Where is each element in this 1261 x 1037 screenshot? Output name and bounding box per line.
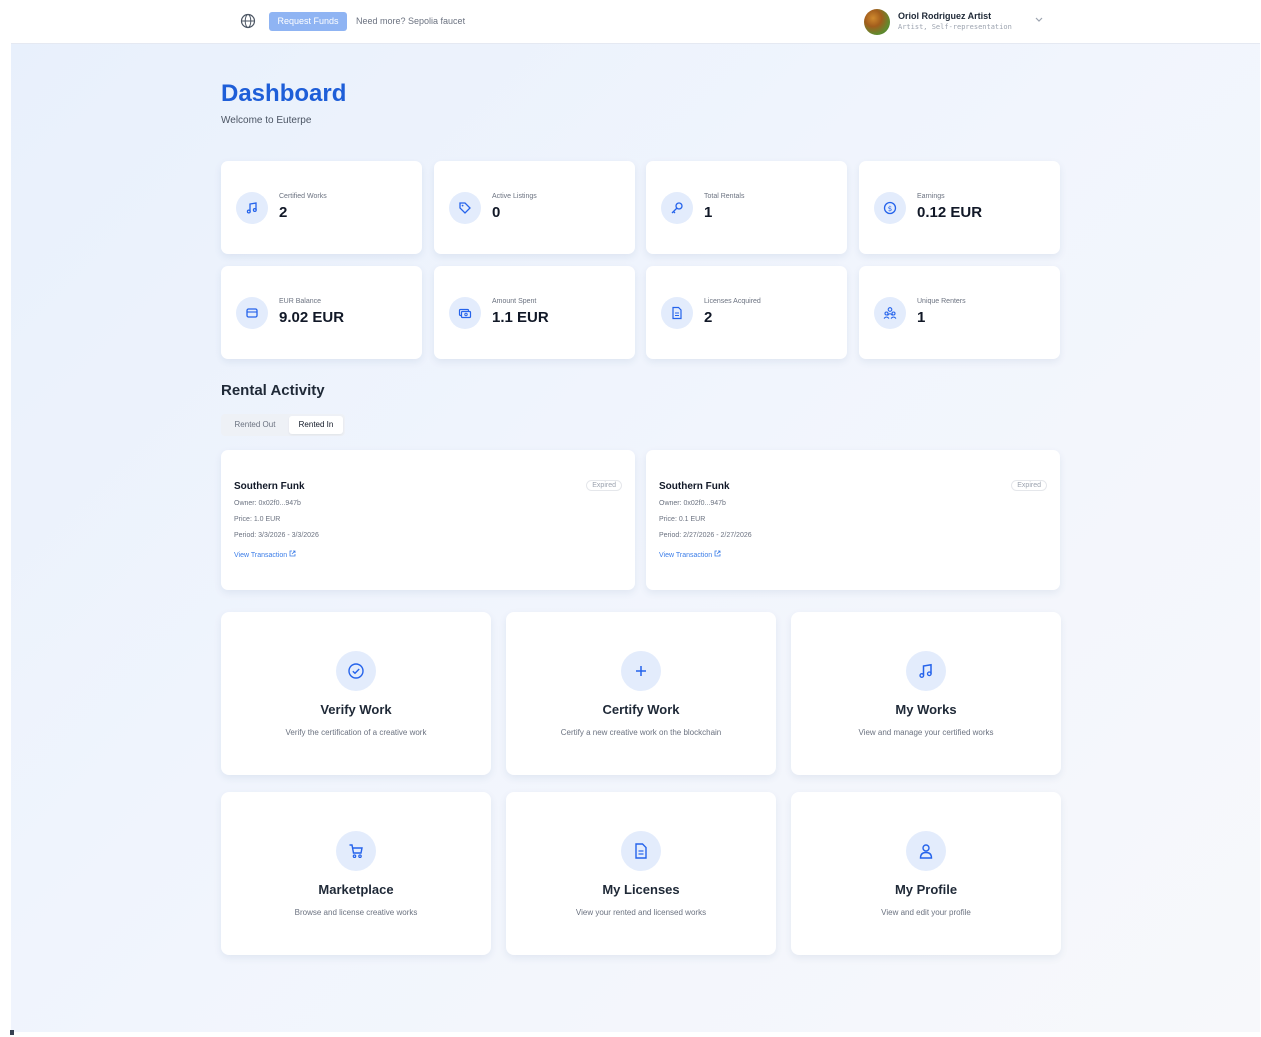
my-profile-card[interactable]: My Profile View and edit your profile <box>791 792 1061 955</box>
card-description: Browse and license creative works <box>294 908 418 917</box>
rental-card: Southern Funk Expired Owner: 0x02f0...94… <box>221 450 635 590</box>
stat-earnings: $ Earnings 0.12 EUR <box>859 161 1060 254</box>
rental-title: Southern Funk <box>234 481 305 492</box>
external-link-icon[interactable] <box>289 550 296 557</box>
stat-value: 9.02 EUR <box>279 309 345 326</box>
status-badge: Expired <box>1011 480 1047 491</box>
tab-rented-out[interactable]: Rented Out <box>225 416 285 434</box>
avatar[interactable] <box>864 9 890 35</box>
stat-active-listings: Active Listings 0 <box>434 161 635 254</box>
document-icon <box>661 297 693 329</box>
request-funds-button[interactable]: Request Funds <box>269 12 347 31</box>
stat-label: Licenses Acquired <box>704 298 761 305</box>
cursor-mark <box>10 1030 14 1035</box>
verify-work-card[interactable]: Verify Work Verify the certification of … <box>221 612 491 775</box>
page-title: Dashboard <box>221 80 347 107</box>
cash-icon <box>449 297 481 329</box>
stat-label: Amount Spent <box>492 298 537 305</box>
key-icon <box>661 192 693 224</box>
chevron-down-icon[interactable] <box>1034 14 1044 24</box>
check-circle-icon <box>336 651 376 691</box>
stat-value: 1.1 EUR <box>492 309 549 326</box>
user-role: Artist, Self-representation <box>898 23 1012 31</box>
view-transaction-label[interactable]: View Transaction <box>659 552 712 559</box>
rental-title: Southern Funk <box>659 481 730 492</box>
view-transaction-label[interactable]: View Transaction <box>234 552 287 559</box>
rental-card: Southern Funk Expired Owner: 0x02f0...94… <box>646 450 1060 590</box>
stat-label: Unique Renters <box>917 298 966 305</box>
stat-value: 2 <box>704 309 713 326</box>
my-licenses-card[interactable]: My Licenses View your rented and license… <box>506 792 776 955</box>
stat-value: 1 <box>704 204 713 221</box>
rental-tabs: Rented Out Rented In <box>221 414 345 436</box>
faucet-link[interactable]: Need more? Sepolia faucet <box>356 16 465 26</box>
stat-amount-spent: Amount Spent 1.1 EUR <box>434 266 635 359</box>
stat-unique-renters: Unique Renters 1 <box>859 266 1060 359</box>
my-works-card[interactable]: My Works View and manage your certified … <box>791 612 1061 775</box>
external-link-icon[interactable] <box>714 550 721 557</box>
rental-period: Period: 2/27/2026 - 2/27/2026 <box>659 532 752 539</box>
card-title: Marketplace <box>318 882 394 897</box>
rental-period: Period: 3/3/2026 - 3/3/2026 <box>234 532 319 539</box>
card-description: View and edit your profile <box>881 908 971 917</box>
music-note-icon <box>906 651 946 691</box>
stat-value: 0 <box>492 204 501 221</box>
card-description: Certify a new creative work on the block… <box>560 728 722 737</box>
rental-price: Price: 1.0 EUR <box>234 516 281 523</box>
card-description: Verify the certification of a creative w… <box>285 728 427 737</box>
rental-price: Price: 0.1 EUR <box>659 516 706 523</box>
marketplace-card[interactable]: Marketplace Browse and license creative … <box>221 792 491 955</box>
rental-owner: Owner: 0x02f0...947b <box>659 500 726 507</box>
stat-eur-balance: EUR Balance 9.02 EUR <box>221 266 422 359</box>
user-icon <box>906 831 946 871</box>
status-badge: Expired <box>586 480 622 491</box>
dollar-circle-icon: $ <box>874 192 906 224</box>
card-title: Certify Work <box>602 702 680 717</box>
certify-work-card[interactable]: Certify Work Certify a new creative work… <box>506 612 776 775</box>
stat-certified-works: Certified Works 2 <box>221 161 422 254</box>
users-icon <box>874 297 906 329</box>
stat-label: EUR Balance <box>279 298 322 305</box>
rental-activity-title: Rental Activity <box>221 382 325 399</box>
view-transaction-link[interactable]: View Transaction <box>659 550 721 559</box>
card-title: My Licenses <box>602 882 680 897</box>
page-subtitle: Welcome to Euterpe <box>221 115 312 126</box>
stat-value: 0.12 EUR <box>917 204 983 221</box>
plus-icon <box>621 651 661 691</box>
globe-icon[interactable] <box>240 13 256 29</box>
wallet-icon <box>236 297 268 329</box>
svg-text:$: $ <box>888 205 892 213</box>
stat-label: Earnings <box>917 193 945 200</box>
rental-owner: Owner: 0x02f0...947b <box>234 500 301 507</box>
stat-label: Total Rentals <box>704 193 745 200</box>
card-description: View and manage your certified works <box>858 728 994 737</box>
cart-icon <box>336 831 376 871</box>
user-name[interactable]: Oriol Rodriguez Artist <box>898 11 991 21</box>
card-title: My Profile <box>894 882 958 897</box>
stat-label: Certified Works <box>279 193 327 200</box>
music-note-icon <box>236 192 268 224</box>
view-transaction-link[interactable]: View Transaction <box>234 550 296 559</box>
stat-value: 2 <box>279 204 288 221</box>
stat-licenses-acquired: Licenses Acquired 2 <box>646 266 847 359</box>
document-icon <box>621 831 661 871</box>
card-description: View your rented and licensed works <box>575 908 707 917</box>
stat-label: Active Listings <box>492 193 537 200</box>
card-title: My Works <box>895 702 957 717</box>
stat-total-rentals: Total Rentals 1 <box>646 161 847 254</box>
tag-icon <box>449 192 481 224</box>
tab-rented-in[interactable]: Rented In <box>289 416 343 434</box>
app-page: Request Funds Need more? Sepolia faucet … <box>11 0 1260 1032</box>
top-bar: Request Funds Need more? Sepolia faucet … <box>11 0 1260 44</box>
card-title: Verify Work <box>320 702 392 717</box>
stat-value: 1 <box>917 309 926 326</box>
